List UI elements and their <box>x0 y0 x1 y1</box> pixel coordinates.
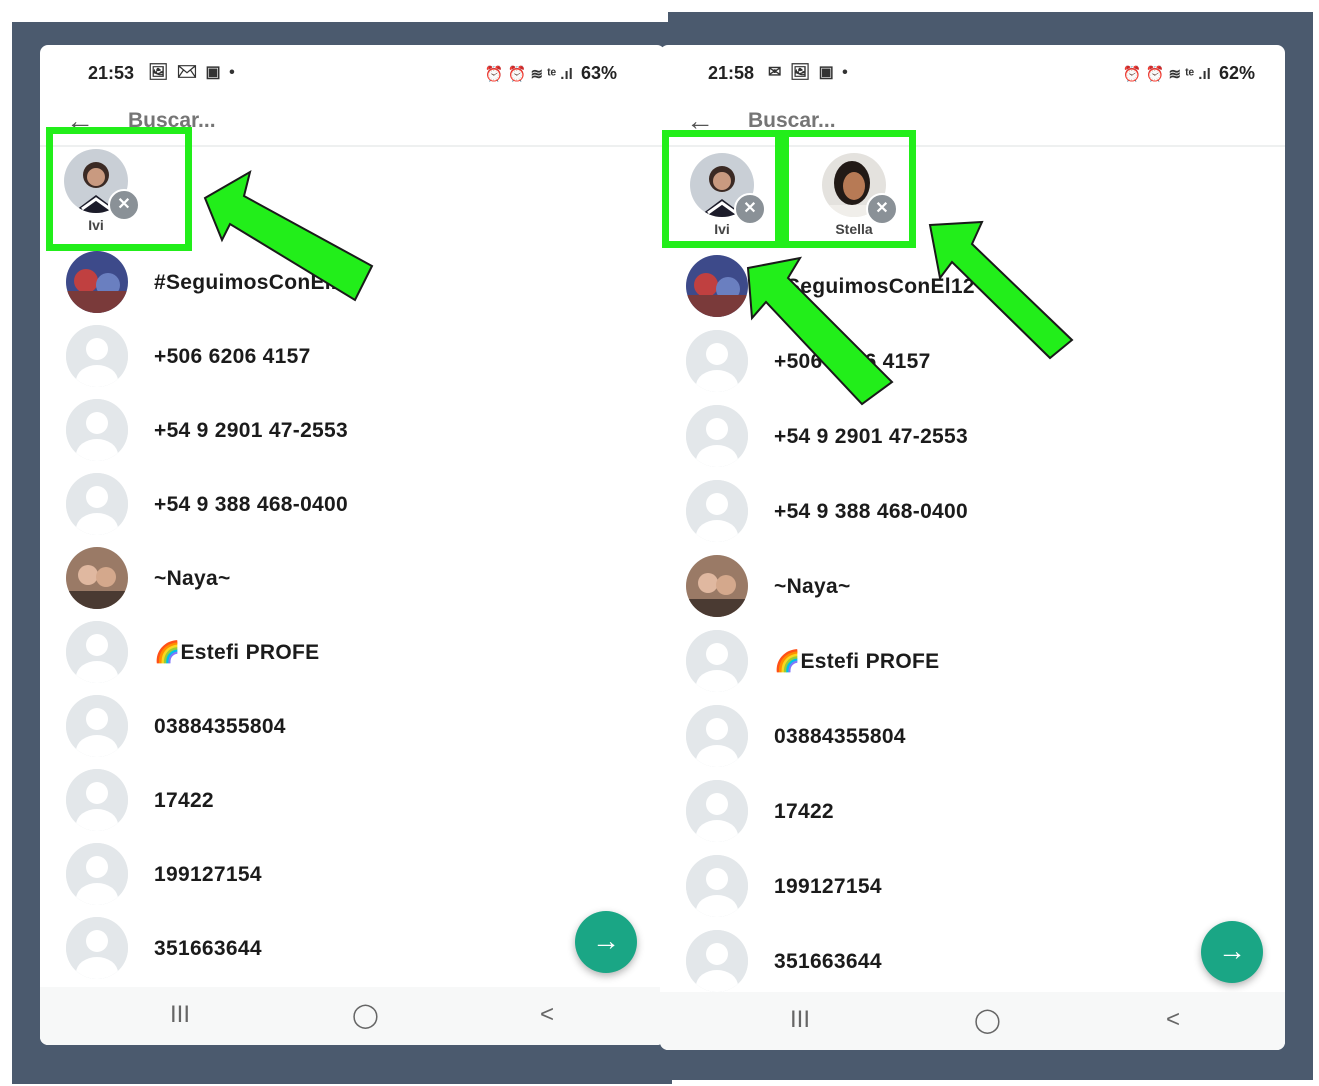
contact-row[interactable]: #SeguimosConEl12 <box>40 245 665 319</box>
contact-name: ~Naya~ <box>154 567 231 590</box>
default-avatar-icon <box>686 480 748 542</box>
notification-icons: 🖼 ✉ ▣ • <box>148 64 237 81</box>
contact-name: 351663644 <box>154 937 262 960</box>
contact-name: #SeguimosConEl12 <box>154 271 355 294</box>
contact-name: +54 9 2901 47-2553 <box>154 419 348 442</box>
highlight-box <box>662 130 782 248</box>
contact-name: +54 9 2901 47-2553 <box>774 425 968 448</box>
contact-row[interactable]: 🌈Estefi PROFE <box>40 615 665 689</box>
android-nav-bar: III ◯ < <box>660 992 1285 1050</box>
default-avatar-icon <box>66 399 128 461</box>
photo-avatar <box>66 547 128 609</box>
signal-icons: ⏰ ⏰ ≋ ᵗᵉ .ıl <box>484 66 573 83</box>
contact-row[interactable]: 199127154 <box>40 837 665 911</box>
contact-row[interactable]: +54 9 388 468-0400 <box>40 467 665 541</box>
contact-row[interactable]: 🌈Estefi PROFE <box>660 624 1285 698</box>
contact-name: +506 6206 4157 <box>154 345 311 368</box>
contact-name: 199127154 <box>154 863 262 886</box>
contact-row[interactable]: #SeguimosConEl12 <box>660 249 1285 323</box>
contact-row[interactable]: ~Naya~ <box>660 549 1285 623</box>
contact-name: 17422 <box>774 800 834 823</box>
contact-row[interactable]: 03884355804 <box>660 699 1285 773</box>
default-avatar-icon <box>66 843 128 905</box>
contact-row[interactable]: 351663644 <box>40 911 665 985</box>
status-time: 21:58 <box>708 63 755 83</box>
battery-level: 62% <box>1218 63 1255 83</box>
default-avatar-icon <box>66 621 128 683</box>
contact-name: +54 9 388 468-0400 <box>154 493 348 516</box>
status-bar: 21:53 🖼 ✉ ▣ • ⏰ ⏰ ≋ ᵗᵉ .ıl 63% <box>40 45 665 103</box>
default-avatar-icon <box>686 405 748 467</box>
group-avatar <box>686 255 748 317</box>
contact-row[interactable]: 17422 <box>660 774 1285 848</box>
recents-button[interactable]: III <box>170 1001 190 1029</box>
contact-name: +54 9 388 468-0400 <box>774 500 968 523</box>
contact-name: 351663644 <box>774 950 882 973</box>
default-avatar-icon <box>66 917 128 979</box>
default-avatar-icon <box>66 473 128 535</box>
contact-row[interactable]: 351663644 <box>660 924 1285 998</box>
default-avatar-icon <box>686 780 748 842</box>
contact-name: 🌈Estefi PROFE <box>774 650 940 673</box>
contact-name: 199127154 <box>774 875 882 898</box>
contact-row[interactable]: +506 6206 4157 <box>660 324 1285 398</box>
battery-level: 63% <box>580 63 617 83</box>
system-icons: ⏰ ⏰ ≋ ᵗᵉ .ıl 62% <box>1123 63 1255 84</box>
default-avatar-icon <box>686 855 748 917</box>
contact-name: 03884355804 <box>774 725 906 748</box>
contact-row[interactable]: +54 9 2901 47-2553 <box>40 393 665 467</box>
default-avatar-icon <box>686 930 748 992</box>
contact-row[interactable]: 199127154 <box>660 849 1285 923</box>
default-avatar-icon <box>66 325 128 387</box>
contact-name: 🌈Estefi PROFE <box>154 641 320 664</box>
notification-icons: ✉ 🖼 ▣ • <box>768 64 850 81</box>
signal-icons: ⏰ ⏰ ≋ ᵗᵉ .ıl <box>1122 66 1211 83</box>
default-avatar-icon <box>686 705 748 767</box>
android-nav-bar: III ◯ < <box>40 987 665 1045</box>
contact-name: #SeguimosConEl12 <box>774 275 975 298</box>
status-bar: 21:58 ✉ 🖼 ▣ • ⏰ ⏰ ≋ ᵗᵉ .ıl 62% <box>660 45 1285 103</box>
contact-row[interactable]: 03884355804 <box>40 689 665 763</box>
contact-name: +506 6206 4157 <box>774 350 931 373</box>
back-nav-button[interactable]: < <box>540 1001 554 1029</box>
photo-avatar <box>686 555 748 617</box>
contact-name: 03884355804 <box>154 715 286 738</box>
contact-row[interactable]: +54 9 2901 47-2553 <box>660 399 1285 473</box>
default-avatar-icon <box>66 695 128 757</box>
contact-name: 17422 <box>154 789 214 812</box>
default-avatar-icon <box>686 630 748 692</box>
highlight-box <box>46 127 192 251</box>
status-time: 21:53 <box>88 63 135 83</box>
recents-button[interactable]: III <box>790 1006 810 1034</box>
contact-row[interactable]: +54 9 388 468-0400 <box>660 474 1285 548</box>
home-button[interactable]: ◯ <box>352 1001 379 1030</box>
highlight-box <box>782 130 916 248</box>
group-avatar <box>66 251 128 313</box>
home-button[interactable]: ◯ <box>974 1006 1001 1035</box>
contact-row[interactable]: +506 6206 4157 <box>40 319 665 393</box>
next-arrow-button[interactable]: → <box>1201 921 1263 983</box>
contact-row[interactable]: ~Naya~ <box>40 541 665 615</box>
system-icons: ⏰ ⏰ ≋ ᵗᵉ .ıl 63% <box>485 63 617 84</box>
default-avatar-icon <box>686 330 748 392</box>
back-nav-button[interactable]: < <box>1166 1006 1180 1034</box>
contact-row[interactable]: 17422 <box>40 763 665 837</box>
default-avatar-icon <box>66 769 128 831</box>
next-arrow-button[interactable]: → <box>575 911 637 973</box>
contact-name: ~Naya~ <box>774 575 851 598</box>
